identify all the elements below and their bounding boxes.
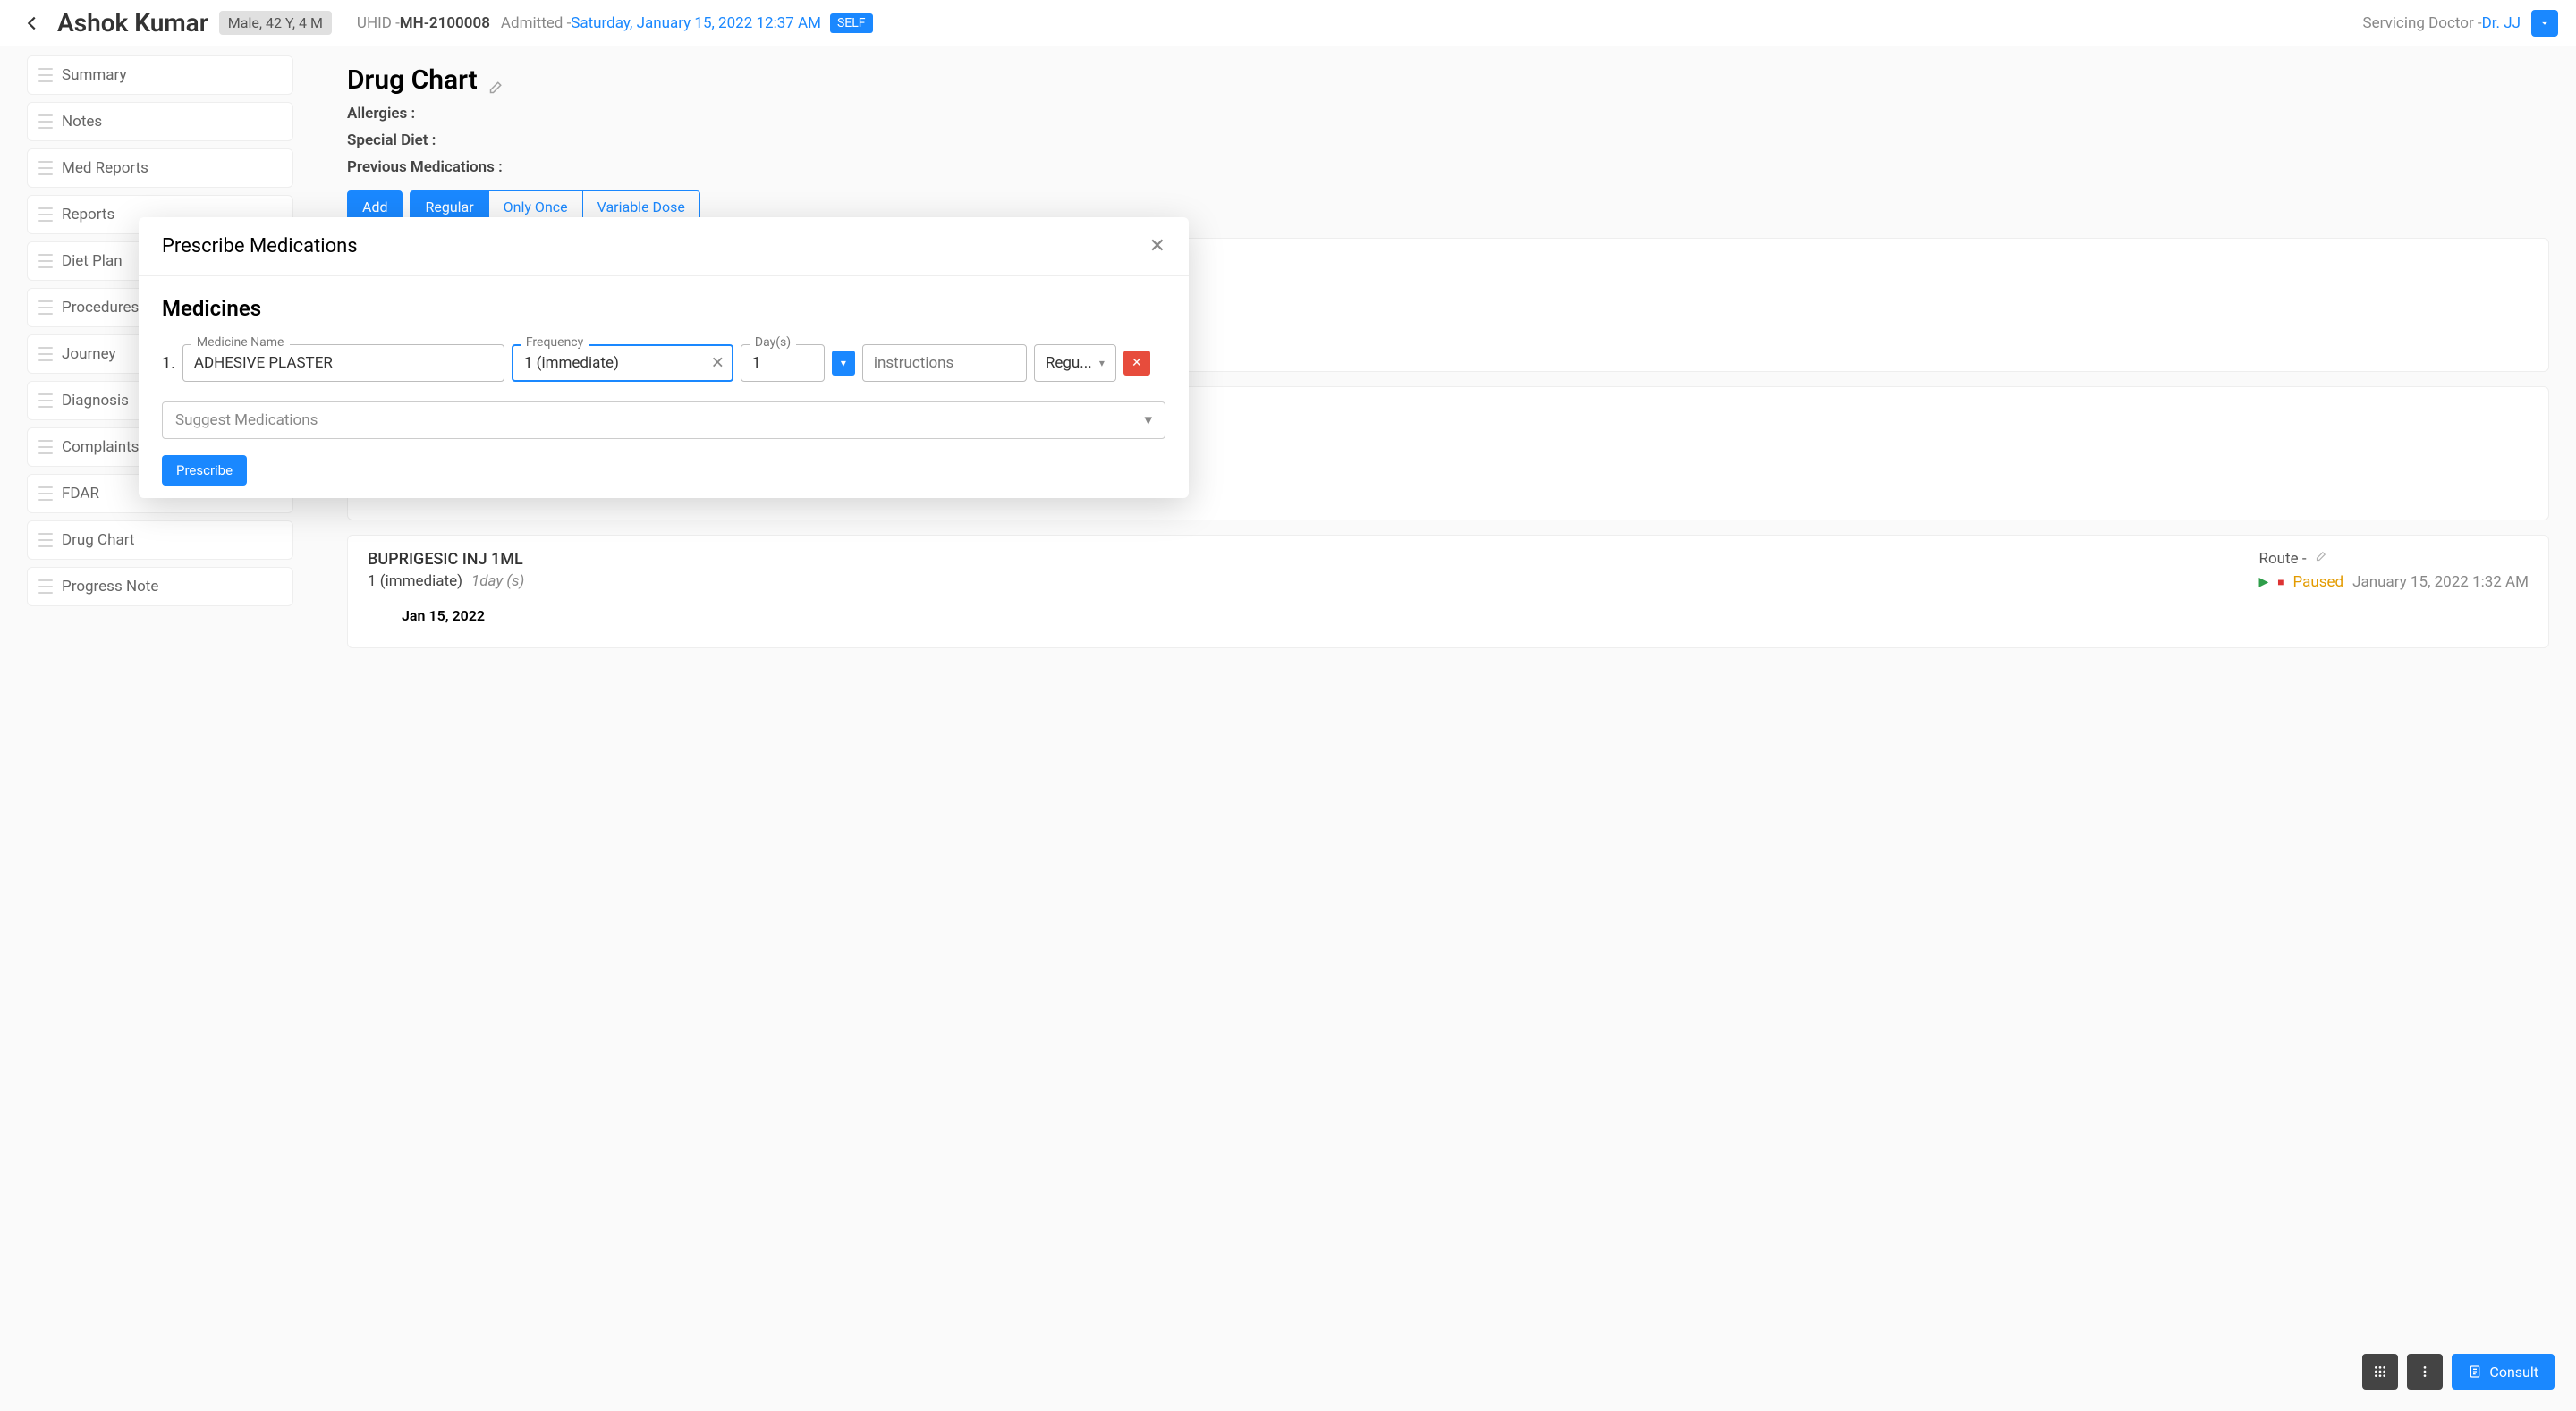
dose-type-field: Regu... ▾ bbox=[1034, 344, 1116, 382]
dose-type-select[interactable]: Regu... ▾ bbox=[1034, 344, 1116, 382]
modal-backdrop bbox=[0, 0, 2576, 1411]
frequency-input[interactable] bbox=[512, 344, 733, 382]
dose-type-value: Regu... bbox=[1046, 354, 1092, 372]
suggest-medications-select[interactable]: Suggest Medications ▾ bbox=[162, 401, 1165, 439]
row-number: 1. bbox=[162, 354, 175, 373]
chevron-down-icon: ▾ bbox=[1099, 357, 1105, 369]
suggest-placeholder: Suggest Medications bbox=[175, 411, 318, 429]
prescribe-button[interactable]: Prescribe bbox=[162, 455, 247, 486]
days-input[interactable] bbox=[741, 344, 825, 382]
frequency-label: Frequency bbox=[521, 335, 589, 350]
prescribe-modal: Prescribe Medications ✕ Medicines 1. Med… bbox=[139, 217, 1189, 498]
medicine-name-field: Medicine Name bbox=[182, 344, 504, 382]
chevron-down-icon: ▾ bbox=[1144, 411, 1152, 429]
days-field: Day(s) bbox=[741, 344, 825, 382]
medicine-name-input[interactable] bbox=[182, 344, 504, 382]
instructions-input[interactable] bbox=[862, 344, 1027, 382]
clear-icon[interactable]: ✕ bbox=[711, 354, 724, 373]
close-icon[interactable]: ✕ bbox=[1149, 235, 1165, 258]
days-dropdown-button[interactable]: ▾ bbox=[832, 351, 855, 376]
days-label: Day(s) bbox=[750, 335, 796, 350]
delete-row-button[interactable]: ✕ bbox=[1123, 351, 1150, 376]
frequency-field: Frequency ✕ bbox=[512, 344, 733, 382]
instructions-field bbox=[862, 344, 1027, 382]
medicine-row: 1. Medicine Name Frequency ✕ Day(s) ▾ bbox=[162, 344, 1165, 382]
medicine-name-label: Medicine Name bbox=[191, 335, 290, 350]
medicines-section-title: Medicines bbox=[162, 296, 1165, 321]
modal-title: Prescribe Medications bbox=[162, 235, 358, 258]
